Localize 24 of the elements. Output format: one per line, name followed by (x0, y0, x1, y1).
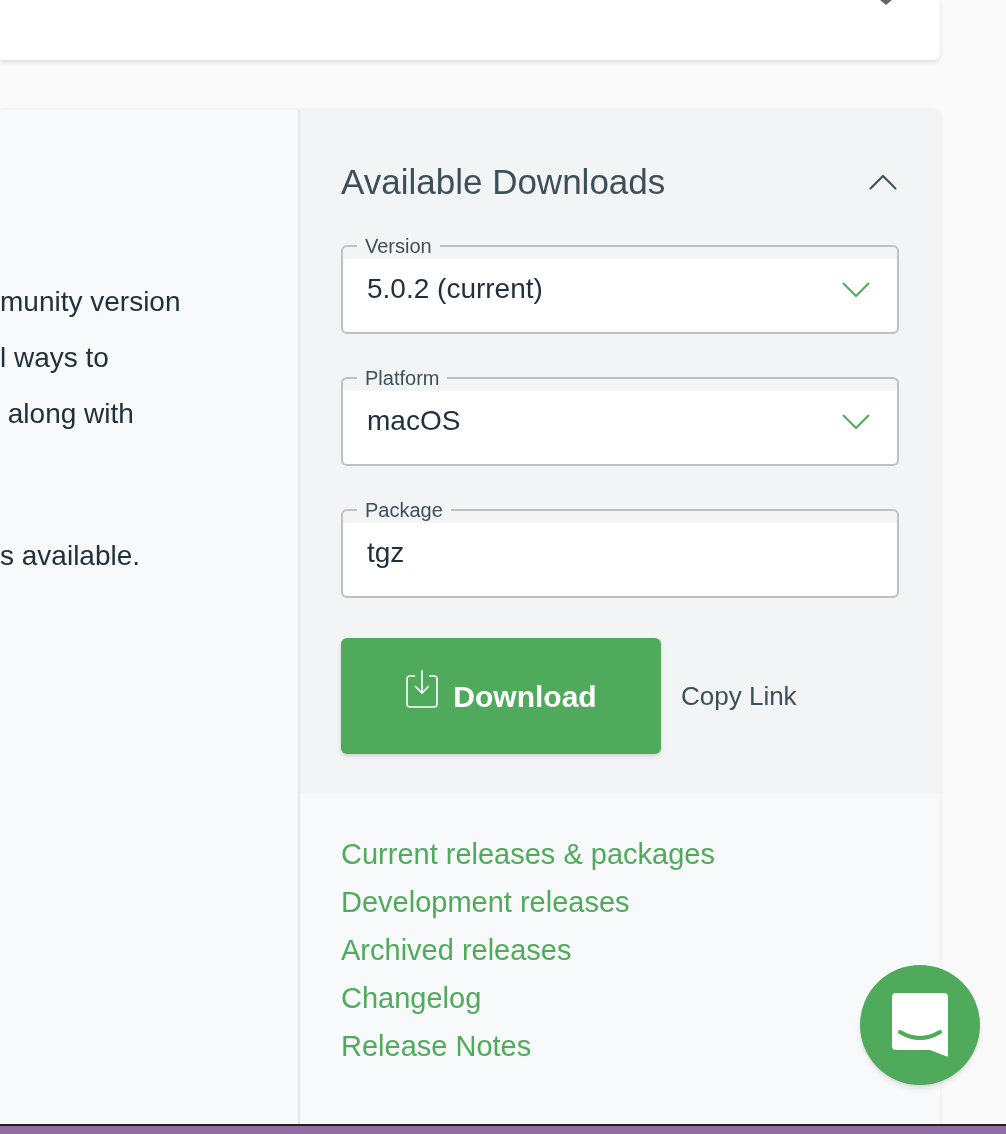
chat-bubble-icon (892, 993, 948, 1057)
field-label: Package (364, 498, 444, 522)
section-title: Available Downloads (341, 161, 666, 203)
description-text: s available. (0, 539, 141, 573)
copy-link[interactable]: Copy Link (681, 676, 797, 716)
field-value: 5.0.2 (current) (367, 272, 543, 306)
release-link[interactable]: Current releases & packages (341, 830, 715, 878)
download-icon (405, 669, 440, 709)
field-value: tgz (367, 536, 405, 570)
field-label: Platform (364, 366, 441, 390)
chevron-down-icon[interactable] (880, 0, 892, 5)
release-link[interactable]: Release Notes (341, 1022, 532, 1070)
field-label: Version (364, 234, 433, 258)
download-button[interactable]: Download (341, 638, 661, 754)
chevron-down-icon[interactable] (841, 413, 871, 429)
release-link[interactable]: Changelog (341, 974, 482, 1022)
description-text: l ways to (0, 341, 109, 375)
release-link[interactable]: Development releases (341, 878, 630, 926)
description-text: along with (6, 397, 134, 431)
chevron-up-icon[interactable] (868, 174, 898, 190)
chevron-down-icon[interactable] (841, 281, 871, 297)
description-text: munity version (0, 285, 181, 319)
release-link[interactable]: Archived releases (341, 926, 572, 974)
field-value: macOS (367, 404, 461, 438)
